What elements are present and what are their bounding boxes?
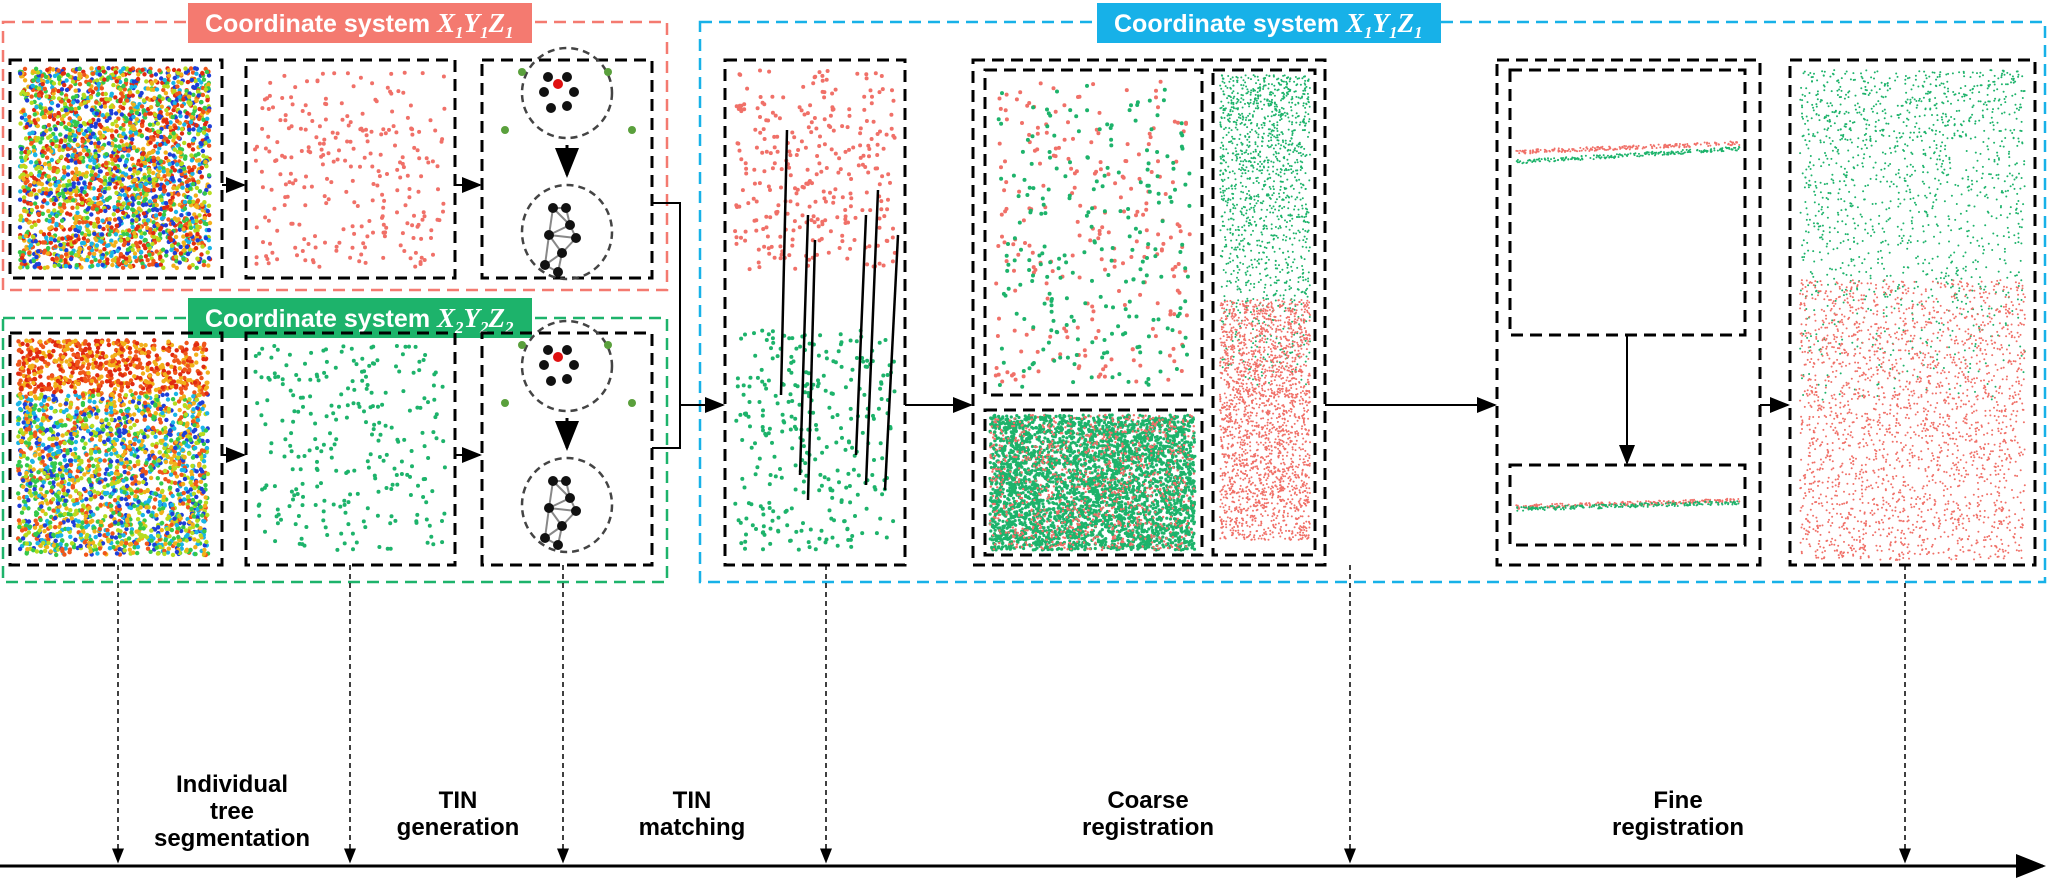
panel-tree-positions-2 bbox=[244, 331, 457, 567]
final-red bbox=[1799, 279, 2026, 561]
step-label-segmentation: Individual tree segmentation bbox=[154, 771, 310, 852]
svg-text:Coordinate system X1Y1Z1: Coordinate system X1Y1Z1 bbox=[205, 8, 514, 42]
coarse-points-red bbox=[993, 79, 1192, 384]
step-label-fine-registration: Fine registration bbox=[1612, 787, 1744, 841]
segmented-cloud-1 bbox=[17, 65, 213, 271]
panel-tin-2 bbox=[480, 331, 654, 567]
panel-coarse-top-view-points bbox=[983, 68, 1204, 397]
coarse-points-green bbox=[996, 83, 1192, 389]
step-label-tin-generation: TIN generation bbox=[397, 787, 520, 841]
panel-fine-registration bbox=[1495, 58, 1762, 567]
tree-positions-1 bbox=[253, 70, 447, 269]
svg-text:Coordinate system X1Y1Z1: Coordinate system X1Y1Z1 bbox=[1114, 8, 1423, 42]
panel-tree-positions-1 bbox=[244, 58, 457, 280]
tin-illustration-2 bbox=[501, 319, 636, 554]
header-coordinate-system-1: Coordinate system X1Y1Z1 bbox=[188, 3, 532, 43]
header-coordinate-system-target: Coordinate system X1Y1Z1 bbox=[1097, 3, 1441, 43]
step-label-tin-matching: TIN matching bbox=[639, 787, 746, 841]
side-red bbox=[1219, 299, 1311, 541]
tree-positions-2 bbox=[253, 344, 447, 552]
segmented-cloud-2 bbox=[15, 337, 211, 558]
panel-fine-before bbox=[1508, 68, 1747, 337]
registration-workflow-diagram: Coordinate system X1Y1Z1 Coordinate syst… bbox=[0, 3, 2047, 878]
fine-after-red bbox=[1515, 497, 1741, 510]
final-green bbox=[1799, 69, 2026, 401]
tin-illustration-1 bbox=[501, 46, 636, 281]
step-label-coarse-registration: Coarse registration bbox=[1082, 787, 1214, 841]
